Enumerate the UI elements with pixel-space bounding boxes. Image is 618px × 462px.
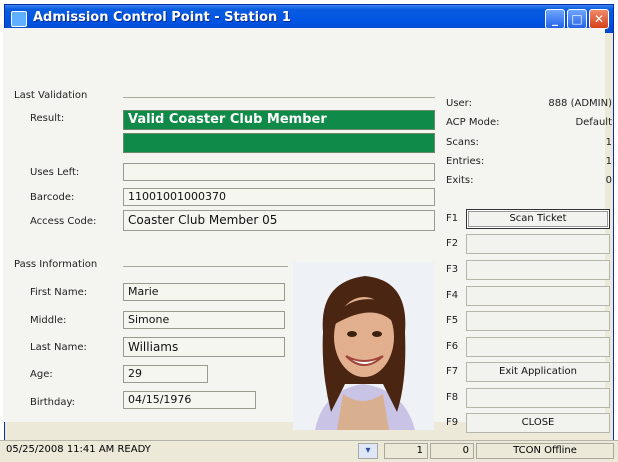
scans-value: 1 [605,137,612,148]
exits-value: 0 [605,175,612,186]
exit-application-button[interactable]: Exit Application [466,362,610,382]
access-code-field: Coaster Club Member 05 [123,210,435,231]
first-name-label: First Name: [30,287,88,298]
app-icon [11,11,27,27]
status-dropdown-button[interactable]: ▾ [358,443,378,459]
first-name-field: Marie [123,283,285,301]
f6-key-label: F6 [446,341,459,352]
divider [123,266,288,267]
scan-ticket-button[interactable]: Scan Ticket [466,209,610,229]
birthday-field: 04/15/1976 [123,391,256,409]
minimize-icon: _ [552,12,558,26]
maximize-button[interactable]: □ [567,9,587,29]
middle-name-field: Simone [123,311,285,329]
barcode-field: 11001001000370 [123,188,435,206]
f4-button[interactable] [466,286,610,306]
last-name-field: Williams [123,337,285,357]
age-label: Age: [30,369,53,380]
status-bar: 05/25/2008 11:41 AM READY ▾ 1 0 TCON Off… [0,440,618,462]
acp-mode-value: Default [575,117,612,128]
count-panel-1: 1 [384,443,428,459]
close-window-button[interactable]: ✕ [589,9,609,29]
f4-key-label: F4 [446,290,459,301]
f7-key-label: F7 [446,366,459,377]
last-validation-heading: Last Validation [14,90,88,101]
access-code-label: Access Code: [30,216,97,227]
connection-status: TCON Offline [476,443,614,459]
f3-key-label: F3 [446,264,459,275]
f8-key-label: F8 [446,392,459,403]
f8-button[interactable] [466,388,610,408]
pass-information-heading: Pass Information [14,259,98,270]
close-button[interactable]: CLOSE [466,413,610,433]
uses-left-field [123,163,435,181]
last-name-label: Last Name: [30,342,87,353]
age-field: 29 [123,365,208,383]
entries-label: Entries: [446,156,485,167]
f3-button[interactable] [466,260,610,280]
result-detail-field [123,133,435,153]
window-title: Admission Control Point - Station 1 [33,10,291,25]
f5-key-label: F5 [446,315,459,326]
member-photo [293,262,434,430]
f6-button[interactable] [466,337,610,357]
minimize-button[interactable]: _ [545,9,565,29]
result-label: Result: [30,113,65,124]
close-icon: ✕ [593,12,605,26]
acp-mode-label: ACP Mode: [446,117,500,128]
f5-button[interactable] [466,311,610,331]
user-label: User: [446,98,472,109]
f9-key-label: F9 [446,417,459,428]
divider [123,97,435,98]
chevron-down-icon: ▾ [365,445,371,456]
scans-label: Scans: [446,137,479,148]
count-panel-2: 0 [430,443,474,459]
exits-label: Exits: [446,175,474,186]
birthday-label: Birthday: [30,397,76,408]
user-value: 888 (ADMIN) [548,98,612,109]
f2-button[interactable] [466,234,610,254]
status-text: 05/25/2008 11:41 AM READY [6,444,151,455]
f2-key-label: F2 [446,238,459,249]
barcode-label: Barcode: [30,192,75,203]
maximize-icon: □ [571,12,583,26]
result-field: Valid Coaster Club Member [123,110,435,130]
f1-key-label: F1 [446,213,459,224]
uses-left-label: Uses Left: [30,167,80,178]
middle-label: Middle: [30,315,67,326]
entries-value: 1 [605,156,612,167]
